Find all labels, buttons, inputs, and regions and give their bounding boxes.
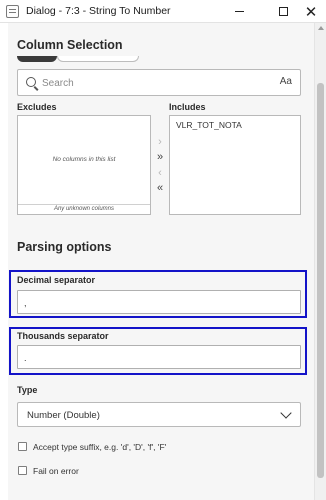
type-selected-value: Number (Double) [27,410,100,421]
decimal-separator-field[interactable] [17,290,301,314]
window-title: Dialog - 7:3 - String To Number [26,5,171,17]
move-right-button[interactable]: › [153,135,167,149]
type-label: Type [17,385,38,395]
close-button[interactable]: ✕ [296,0,326,23]
thousands-separator-label: Thousands separator [17,331,109,341]
scrollbar-thumb[interactable] [317,83,324,478]
any-unknown-columns[interactable]: Any unknown columns [18,204,150,214]
tab-alternate[interactable] [57,56,139,62]
accept-suffix-label[interactable]: Accept type suffix, e.g. 'd', 'D', 'f', … [33,442,166,452]
minimize-icon [234,11,244,12]
case-sensitive-toggle[interactable]: Aa [280,76,292,87]
accept-suffix-checkbox[interactable] [18,442,27,451]
move-all-right-button[interactable]: » [153,150,167,164]
minimize-button[interactable] [224,0,254,23]
includes-label: Includes [169,102,206,112]
move-left-button[interactable]: ‹ [153,166,167,180]
search-icon [26,77,36,87]
chevron-down-icon [280,407,292,419]
excludes-empty-message: No columns in this list [52,156,116,163]
maximize-icon [278,7,288,16]
title-bar: Dialog - 7:3 - String To Number ✕ [0,0,326,23]
excludes-label: Excludes [17,102,57,112]
fail-on-error-label[interactable]: Fail on error [33,466,79,476]
maximize-button[interactable] [268,0,298,23]
close-icon: ✕ [304,3,318,21]
thousands-separator-field[interactable] [17,345,301,369]
decimal-separator-label: Decimal separator [17,275,96,285]
excludes-list[interactable]: No columns in this list Any unknown colu… [17,115,151,215]
tab-manual[interactable] [17,56,57,62]
vertical-scrollbar[interactable] [314,23,326,500]
scroll-up-icon[interactable] [318,26,324,30]
includes-list[interactable]: VLR_TOT_NOTA [169,115,301,215]
type-select[interactable]: Number (Double) [17,402,301,427]
search-input[interactable] [42,75,272,91]
decimal-separator-input[interactable] [24,296,284,310]
fail-on-error-checkbox[interactable] [18,466,27,475]
list-item[interactable]: VLR_TOT_NOTA [176,120,242,130]
thousands-separator-input[interactable] [24,351,284,365]
move-all-left-button[interactable]: « [153,181,167,195]
column-selection-heading: Column Selection [17,38,123,52]
parsing-options-heading: Parsing options [17,240,112,254]
search-field[interactable]: Aa [17,69,301,96]
app-icon [6,5,19,18]
